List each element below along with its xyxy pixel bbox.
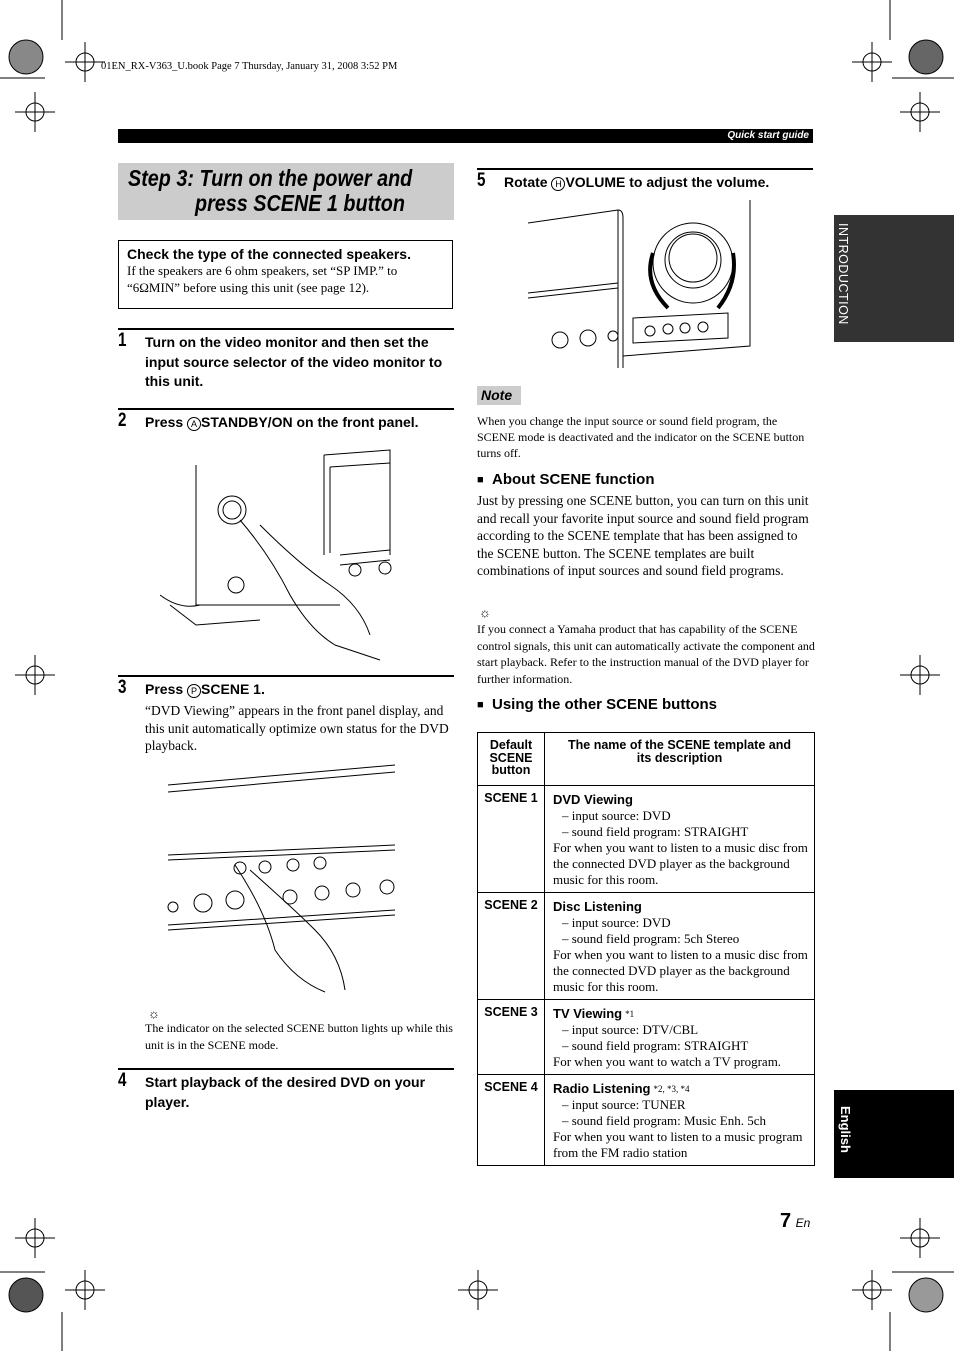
registration-marks <box>0 0 954 1351</box>
document-page: 01EN_RX-V363_U.book Page 7 Thursday, Jan… <box>0 0 954 1351</box>
